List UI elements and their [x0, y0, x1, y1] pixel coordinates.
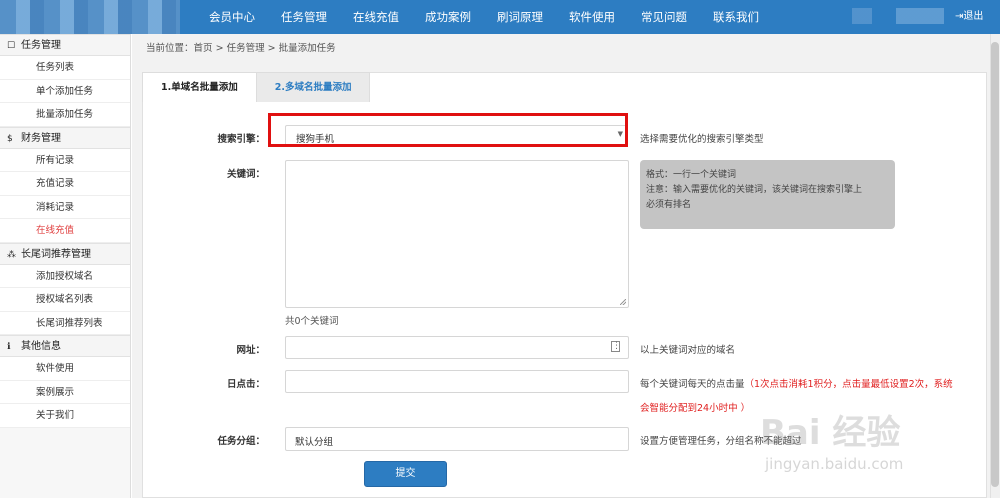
group-label: 任务分组：	[217, 436, 265, 447]
folder-icon: ☐	[7, 41, 16, 51]
daily-clicks-hint-line2: 会智能分配到24小时中 ）	[640, 403, 751, 414]
nav-principle[interactable]: 刷词原理	[484, 0, 556, 34]
breadcrumb-home[interactable]: 首页	[194, 43, 213, 54]
baidu-watermark: Bai 经验	[760, 413, 901, 453]
highlight-box	[268, 113, 628, 147]
engine-hint: 选择需要优化的搜索引擎类型	[640, 134, 764, 145]
keyword-count: 共0个关键词	[285, 316, 339, 327]
sidebar-item-all-records[interactable]: 所有记录	[0, 148, 130, 172]
site-logo[interactable]	[0, 0, 180, 34]
keywords-textarea[interactable]	[285, 160, 629, 308]
sidebar-item-software-usage[interactable]: 软件使用	[0, 357, 130, 381]
top-nav-bar: 会员中心 任务管理 在线充值 成功案例 刷词原理 软件使用 常见问题 联系我们 …	[0, 0, 1000, 34]
nav-online-recharge[interactable]: 在线充值	[340, 0, 412, 34]
nav-success-cases[interactable]: 成功案例	[412, 0, 484, 34]
sidebar-item-batch-add[interactable]: 批量添加任务	[0, 103, 130, 127]
nav-software-usage[interactable]: 软件使用	[556, 0, 628, 34]
tab-bar: 1.单域名批量添加 2.多域名批量添加	[142, 72, 371, 102]
sidebar-item-single-add[interactable]: 单个添加任务	[0, 79, 130, 103]
url-input[interactable]: ⋮	[285, 336, 629, 359]
scrollbar-thumb[interactable]	[991, 42, 999, 487]
sidebar-item-about-us[interactable]: 关于我们	[0, 404, 130, 428]
info-icon: ℹ	[7, 342, 11, 352]
breadcrumb-separator: >	[215, 43, 224, 54]
nav-member-center[interactable]: 会员中心	[196, 0, 268, 34]
sidebar: ☐ 任务管理 任务列表 单个添加任务 批量添加任务 $ 财务管理 所有记录 充值记录…	[0, 34, 131, 498]
breadcrumb-separator: >	[267, 43, 276, 54]
sidebar-group-tasks[interactable]: ☐ 任务管理	[0, 34, 130, 56]
daily-clicks-input[interactable]	[285, 370, 629, 393]
breadcrumb-task-management[interactable]: 任务管理	[227, 43, 265, 54]
autofill-icon[interactable]: ⋮	[611, 341, 621, 352]
daily-clicks-hint: 每个关键词每天的点击量（1次点击消耗1积分，点击量最低设置2次，系统	[640, 379, 953, 390]
sidebar-item-domain-list[interactable]: 授权域名列表	[0, 288, 130, 312]
url-hint: 以上关键词对应的域名	[640, 345, 736, 356]
baidu-watermark-url: jingyan.baidu.com	[765, 455, 904, 473]
group-input[interactable]: 默认分组	[285, 427, 629, 451]
sidebar-group-finance[interactable]: $ 财务管理	[0, 126, 130, 149]
resize-handle-icon[interactable]	[620, 299, 626, 305]
sidebar-item-case-showcase[interactable]: 案例展示	[0, 380, 130, 404]
username-blurred	[852, 8, 944, 24]
sidebar-item-consumption-records[interactable]: 消耗记录	[0, 195, 130, 219]
breadcrumb: 当前位置：首页 > 任务管理 > 批量添加任务	[146, 43, 336, 54]
daily-clicks-label: 日点击：	[226, 379, 265, 390]
main-nav: 会员中心 任务管理 在线充值 成功案例 刷词原理 软件使用 常见问题 联系我们	[196, 0, 772, 34]
sidebar-group-longtail[interactable]: ⁂ 长尾词推荐管理	[0, 242, 130, 265]
tab-single-domain[interactable]: 1.单域名批量添加	[142, 72, 257, 102]
submit-button[interactable]: 提交	[364, 461, 447, 487]
sidebar-item-add-domain[interactable]: 添加授权域名	[0, 264, 130, 288]
sidebar-item-task-list[interactable]: 任务列表	[0, 56, 130, 80]
sidebar-group-other[interactable]: ℹ 其他信息	[0, 335, 130, 357]
nav-contact-us[interactable]: 联系我们	[700, 0, 772, 34]
sidebar-item-recharge-records[interactable]: 充值记录	[0, 172, 130, 196]
url-label: 网址：	[236, 345, 265, 356]
tab-multi-domain[interactable]: 2.多域名批量添加	[256, 72, 371, 102]
keywords-tip-box: 格式：一行一个关键词 注意：输入需要优化的关键词，该关键词在搜索引擎上 必须有排…	[640, 160, 895, 229]
nav-task-management[interactable]: 任务管理	[268, 0, 340, 34]
cubes-icon: ⁂	[7, 249, 16, 260]
keywords-label: 关键词：	[226, 169, 265, 180]
sidebar-item-online-recharge[interactable]: 在线充值	[0, 219, 130, 243]
dollar-icon: $	[7, 133, 13, 144]
sidebar-item-longtail-list[interactable]: 长尾词推荐列表	[0, 311, 130, 335]
logout-link[interactable]: ⇥退出	[955, 0, 983, 34]
breadcrumb-current: 批量添加任务	[278, 43, 336, 54]
nav-faq[interactable]: 常见问题	[628, 0, 700, 34]
engine-label: 搜索引擎：	[217, 134, 265, 145]
